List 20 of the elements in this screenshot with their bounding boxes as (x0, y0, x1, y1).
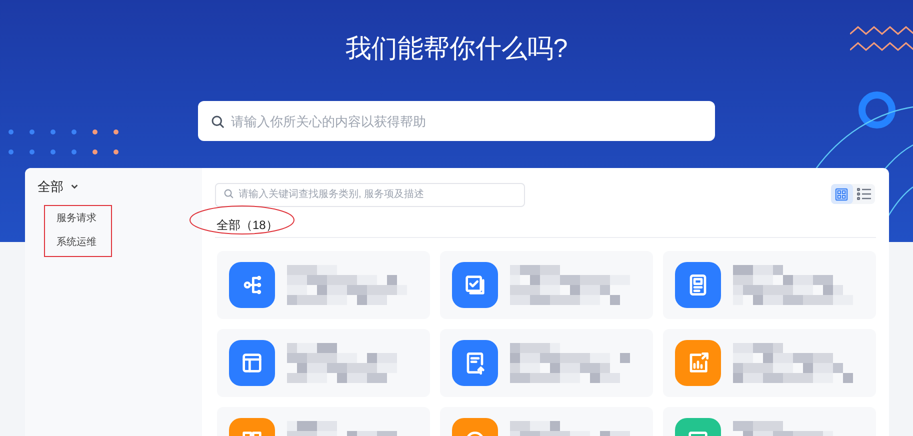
service-card[interactable] (216, 251, 430, 319)
category-toggle[interactable]: 全部 (38, 177, 78, 196)
service-card[interactable] (216, 329, 430, 397)
search-icon (210, 114, 225, 129)
ring-drawing (857, 90, 897, 130)
service-card[interactable] (662, 329, 876, 397)
sidebar-item[interactable]: 系统运维 (56, 234, 110, 250)
service-card[interactable] (440, 329, 652, 397)
service-card[interactable] (440, 251, 652, 319)
category-count: 全部（18） (216, 217, 278, 234)
grid-icon (835, 188, 848, 200)
zigzag-drawing (850, 26, 913, 54)
service-card[interactable] (662, 251, 876, 319)
search-field[interactable]: 请输入你所关心的内容以获得帮助 (198, 101, 715, 141)
grid-view-button[interactable] (830, 184, 852, 204)
keyword-search-field[interactable]: 请输入关键词查找服务类别, 服务项及描述 (214, 182, 524, 206)
list-icon (856, 188, 870, 200)
search-icon (222, 188, 234, 199)
sidebar-item[interactable]: 服务请求 (56, 210, 110, 226)
page-title: 我们能帮你什么吗? (345, 33, 568, 63)
